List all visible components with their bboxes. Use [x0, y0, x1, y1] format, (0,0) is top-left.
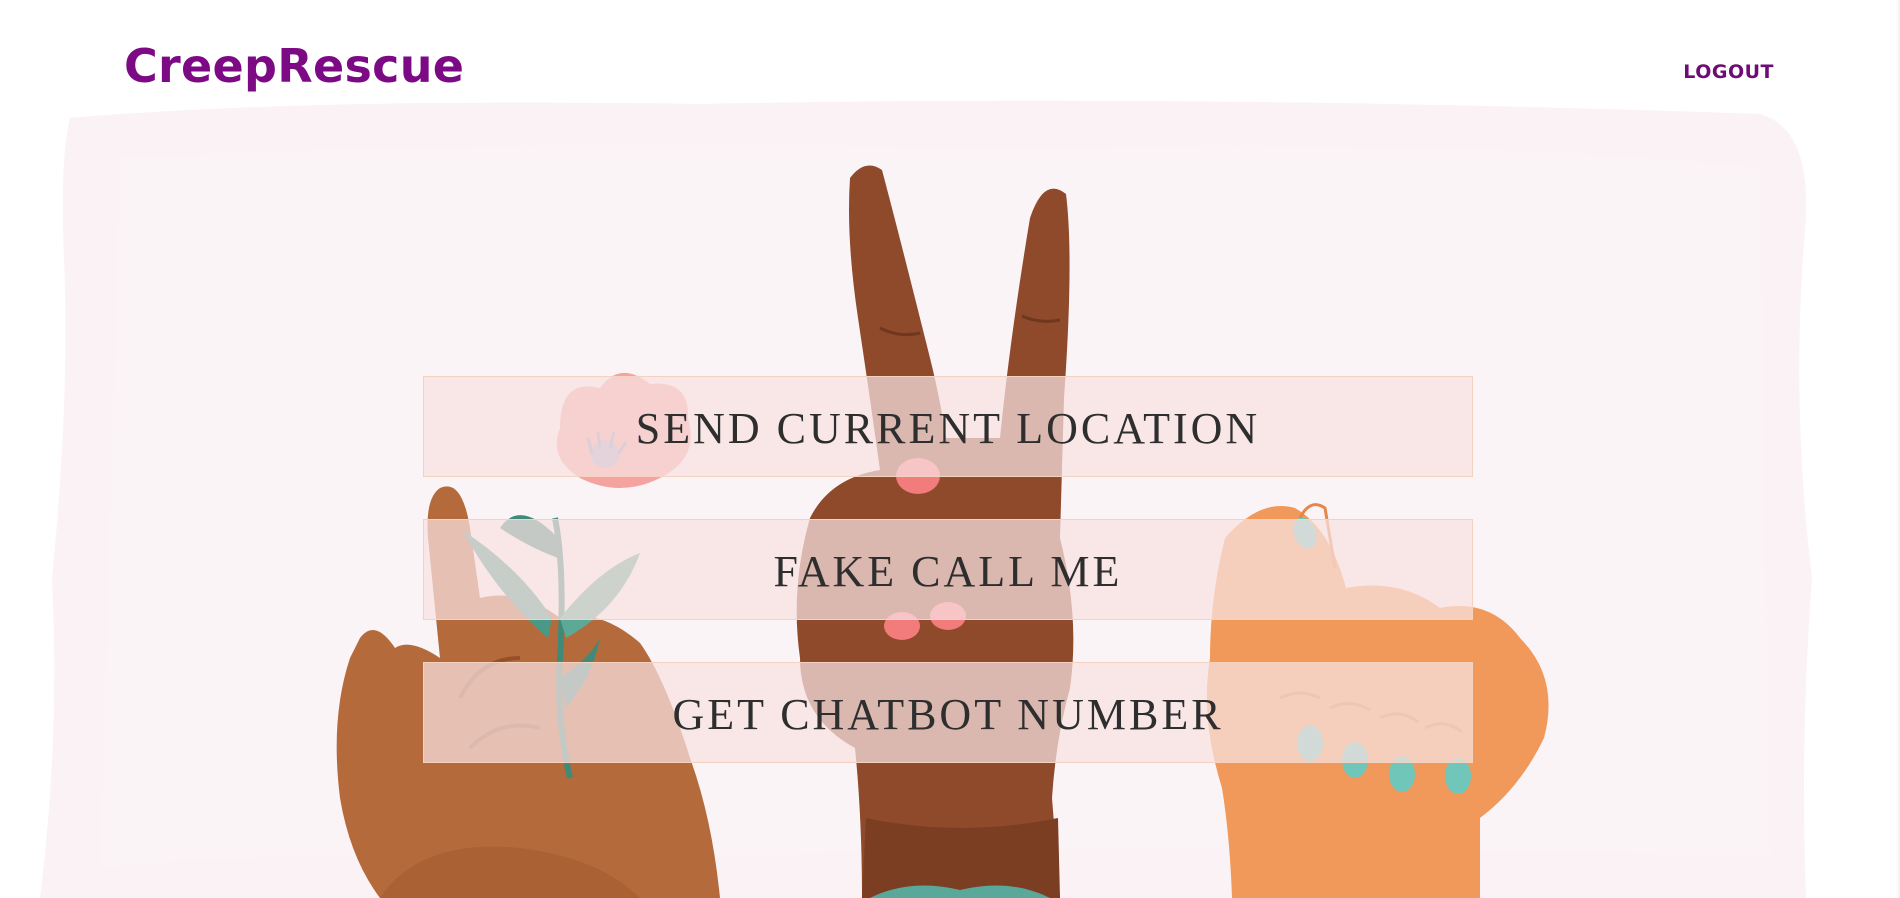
send-current-location-button[interactable]: SEND CURRENT LOCATION — [423, 376, 1473, 477]
action-buttons: SEND CURRENT LOCATION FAKE CALL ME GET C… — [423, 376, 1473, 805]
logout-link[interactable]: LOGOUT — [1683, 60, 1774, 84]
page-edge-divider — [1896, 0, 1900, 898]
page: CreepRescue LOGOUT SEND CURRENT LOCATION… — [0, 0, 1900, 898]
top-navbar: CreepRescue LOGOUT — [0, 0, 1900, 98]
brand-logo[interactable]: CreepRescue — [124, 38, 464, 94]
fake-call-me-button[interactable]: FAKE CALL ME — [423, 519, 1473, 620]
get-chatbot-number-button[interactable]: GET CHATBOT NUMBER — [423, 662, 1473, 763]
